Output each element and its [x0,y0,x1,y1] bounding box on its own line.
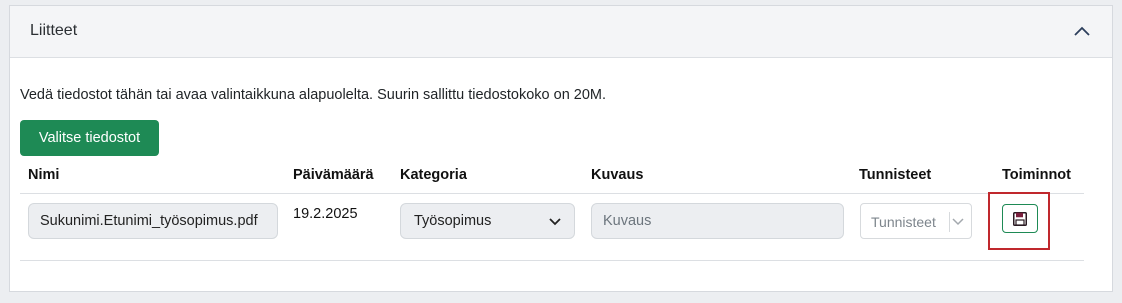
tags-separator [949,212,950,232]
column-header-tags: Tunnisteet [859,167,932,183]
description-input[interactable] [591,203,844,239]
panel-title: Liitteet [30,22,78,39]
column-header-name: Nimi [28,167,60,183]
attachments-panel: Liitteet [9,5,1113,292]
tags-placeholder: Tunnisteet [871,214,936,230]
chevron-down-icon [549,218,561,226]
column-header-category: Kategoria [400,167,467,183]
table-row-divider [20,260,1084,261]
column-header-actions: Toiminnot [1002,167,1071,183]
table-header-divider [20,193,1084,194]
tags-select[interactable]: Tunnisteet [860,203,972,239]
save-button[interactable] [1002,204,1038,233]
choose-files-button[interactable]: Valitse tiedostot [20,120,159,156]
category-select[interactable]: Työsopimus [400,203,575,239]
chevron-up-icon[interactable] [1072,23,1092,39]
upload-hint: Vedä tiedostot tähän tai avaa valintaikk… [20,87,607,103]
chevron-down-icon [952,218,964,226]
column-header-description: Kuvaus [591,167,644,183]
save-icon [1013,212,1027,226]
column-header-date: Päivämäärä [293,167,374,183]
file-name-input[interactable] [28,203,278,239]
panel-header[interactable]: Liitteet [10,6,1112,58]
category-select-value: Työsopimus [414,213,492,229]
file-date: 19.2.2025 [293,206,358,222]
